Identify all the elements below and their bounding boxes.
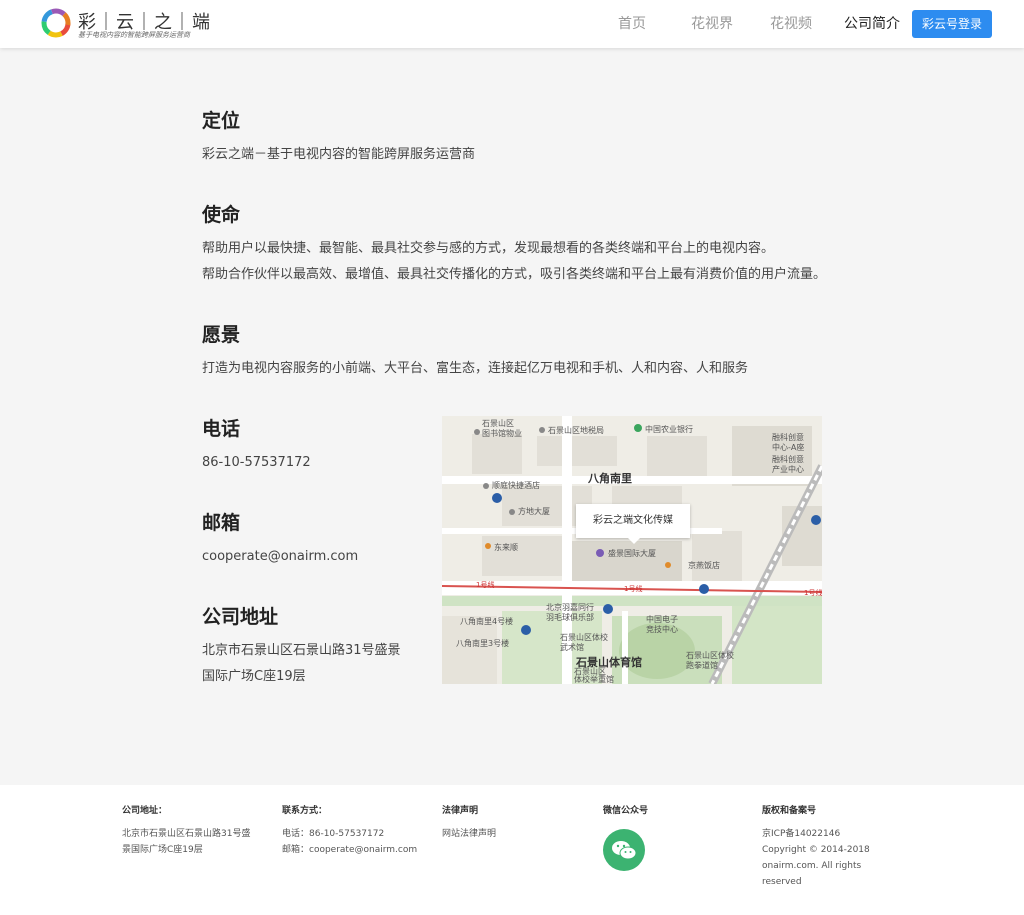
metro-icon <box>811 515 821 525</box>
map-label: 1号线 <box>476 581 495 589</box>
mission-title: 使命 <box>202 204 241 226</box>
map-label: 京燕饭店 <box>688 561 720 570</box>
address-title: 公司地址 <box>202 606 279 628</box>
footer-wechat-heading: 微信公众号 <box>603 806 649 816</box>
map-label: 羽毛球俱乐部 <box>546 613 594 622</box>
map-label: 东来顺 <box>494 543 518 552</box>
map-label: 跑拳道馆 <box>686 661 718 670</box>
map-label: 八角南里4号楼 <box>460 617 514 626</box>
footer-address-line-1: 北京市石景山区石景山路31号盛 <box>122 829 251 839</box>
footer-address-heading: 公司地址： <box>122 806 168 816</box>
footer-copyright-line-1: Copyright © 2014-2018 <box>762 845 870 855</box>
email-value[interactable]: cooperate@onairm.com <box>202 544 358 570</box>
map-label: 中心-A座 <box>772 443 805 452</box>
map-label: 竞技中心 <box>646 625 678 634</box>
email-title: 邮箱 <box>202 512 241 534</box>
map-label: 图书馆物业 <box>482 429 522 438</box>
nav-hua-world[interactable]: 花视界 <box>691 0 733 48</box>
map-label: 八角南里3号楼 <box>456 639 510 648</box>
map-label: 中国农业银行 <box>645 425 693 434</box>
phone-value: 86-10-57537172 <box>202 455 311 470</box>
metro-icon <box>521 625 531 635</box>
metro-icon <box>492 493 502 503</box>
footer-copyright-line-3: reserved <box>762 877 802 887</box>
nav-hua-video[interactable]: 花视频 <box>770 0 812 48</box>
location-map[interactable]: 石景山区 图书馆物业 石景山区地税局 中国农业银行 融科创意 中心-A座 融科创… <box>442 416 822 684</box>
map-popup[interactable]: 彩云之端文化传媒 <box>576 504 690 544</box>
mission-text-1: 帮助用户以最快捷、最智能、最具社交参与感的方式，发现最想看的各类终端和平台上的电… <box>202 241 775 256</box>
map-label: 产业中心 <box>772 465 804 474</box>
footer-address-line-2: 景国际广场C座19层 <box>122 845 203 855</box>
footer-legal-link[interactable]: 网站法律声明 <box>442 826 496 842</box>
logo-subtitle: 基于电视内容的智能跨屏服务运营商 <box>78 31 190 39</box>
nav-home[interactable]: 首页 <box>618 0 646 48</box>
site-footer: 公司地址： 北京市石景山区石景山路31号盛 景国际广场C座19层 联系方式： 电… <box>0 785 1024 915</box>
vision-text: 打造为电视内容服务的小前端、大平台、富生态，连接起亿万电视和手机、人和内容、人和… <box>202 361 749 376</box>
address-line-2: 国际广场C座19层 <box>202 669 306 684</box>
map-label: 1号线 <box>624 585 643 593</box>
vision-title: 愿景 <box>202 324 241 346</box>
footer-legal-heading: 法律声明 <box>442 806 479 816</box>
footer-copyright-heading: 版权和备案号 <box>762 806 817 816</box>
metro-icon <box>699 584 709 594</box>
position-text: 彩云之端－基于电视内容的智能跨屏服务运营商 <box>202 147 476 162</box>
top-navbar: 彩｜云｜之｜端 基于电视内容的智能跨屏服务运营商 首页 花视界 花视频 公司简介… <box>0 0 1024 48</box>
map-label: 体校举重馆 <box>574 675 614 684</box>
metro-icon <box>603 604 613 614</box>
footer-contact-heading: 联系方式： <box>282 806 328 816</box>
nav-company-intro[interactable]: 公司简介 <box>844 0 900 48</box>
footer-email[interactable]: 邮箱：cooperate@onairm.com <box>282 842 417 858</box>
map-label: 顺庭快捷酒店 <box>492 481 540 490</box>
logo[interactable]: 彩｜云｜之｜端 基于电视内容的智能跨屏服务运营商 <box>40 6 210 42</box>
map-label: 盛景国际大厦 <box>608 549 656 558</box>
wechat-icon[interactable] <box>603 829 645 871</box>
position-title: 定位 <box>202 110 241 132</box>
map-label: 八角南里 <box>588 472 632 485</box>
map-label: 方地大厦 <box>518 507 550 516</box>
footer-icp[interactable]: 京ICP备14022146 <box>762 826 840 842</box>
map-label: 武术馆 <box>560 643 584 652</box>
address-line-1: 北京市石景山区石景山路31号盛景 <box>202 643 401 658</box>
footer-copyright-line-2: onairm.com. All rights <box>762 861 862 871</box>
logo-ring-icon <box>41 8 71 38</box>
login-button[interactable]: 彩云号登录 <box>912 10 992 38</box>
footer-phone: 电话：86-10-57537172 <box>282 829 385 839</box>
mission-text-2: 帮助合作伙伴以最高效、最增值、最具社交传播化的方式，吸引各类终端和平台上最有消费… <box>202 267 827 282</box>
phone-title: 电话 <box>202 418 241 440</box>
map-label: 石景山区地税局 <box>548 426 604 435</box>
map-label: 1号线 <box>804 589 822 597</box>
